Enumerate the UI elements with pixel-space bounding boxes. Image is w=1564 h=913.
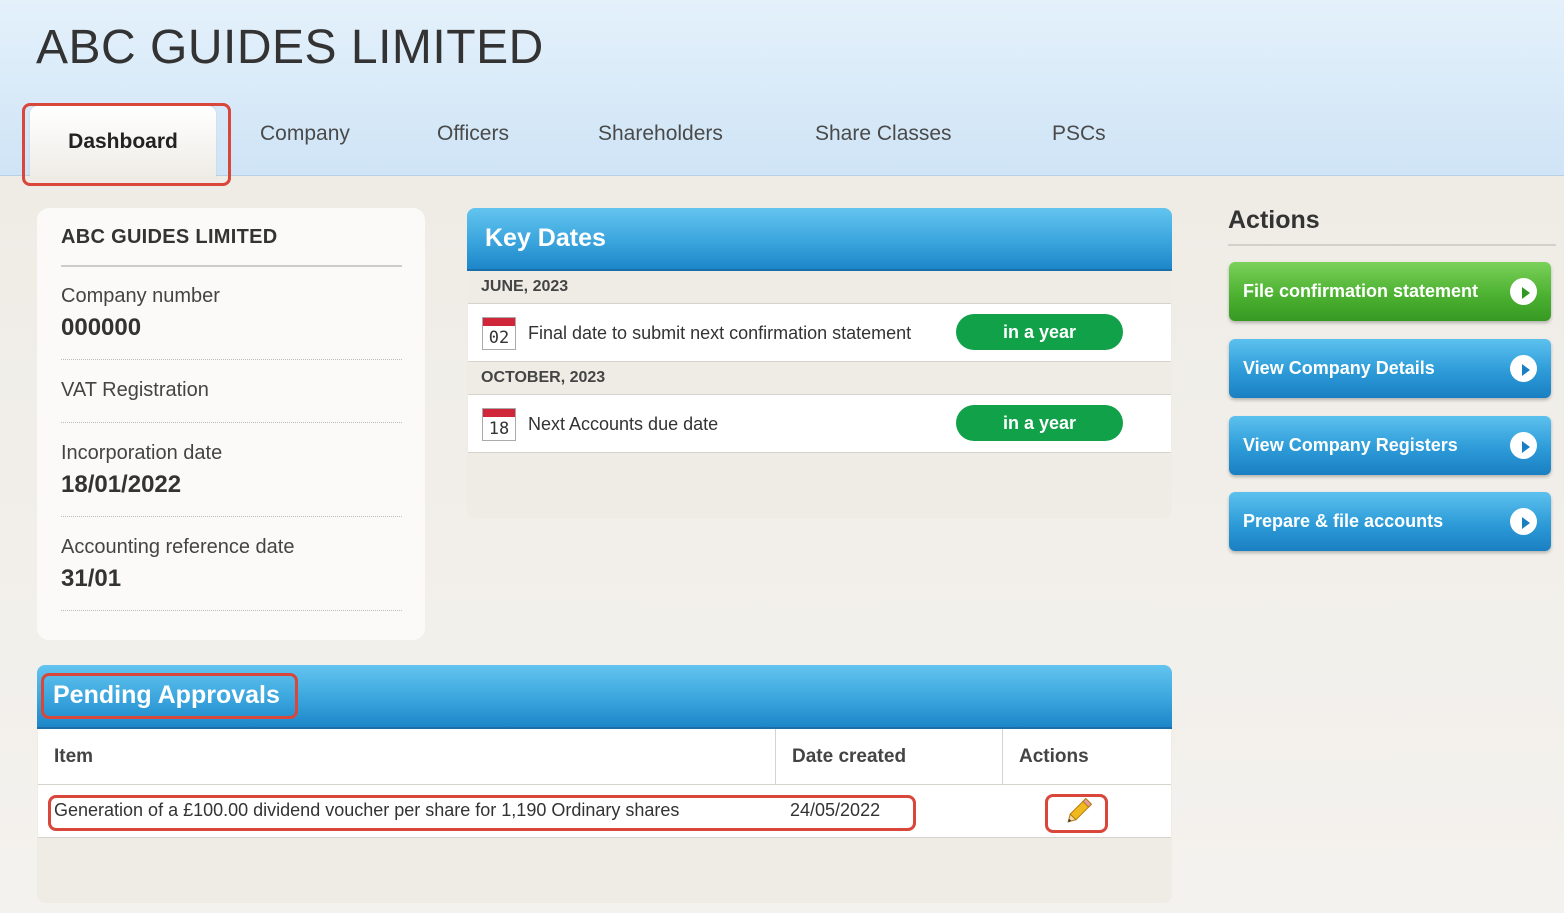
arrow-right-icon <box>1510 278 1537 305</box>
divider <box>61 516 402 517</box>
arrow-right-icon <box>1510 508 1537 535</box>
field-label: Incorporation date <box>61 442 223 464</box>
field-value: 000000 <box>61 314 142 341</box>
key-dates-title: Key Dates <box>467 208 1172 271</box>
status-badge: in a year <box>956 314 1123 350</box>
pencil-icon[interactable] <box>1061 795 1095 829</box>
column-header-date-created: Date created <box>775 729 1002 785</box>
column-header-item: Item <box>54 746 94 767</box>
file-confirmation-statement-button[interactable]: File confirmation statement <box>1229 262 1551 321</box>
key-date-text: Next Accounts due date <box>528 414 719 434</box>
approval-item-text: Generation of a £100.00 dividend voucher… <box>54 800 680 820</box>
calendar-icon: 18 <box>482 408 516 441</box>
prepare-file-accounts-button[interactable]: Prepare & file accounts <box>1229 492 1551 551</box>
field-label: Accounting reference date <box>61 536 295 558</box>
approval-date-created: 24/05/2022 <box>790 800 881 820</box>
button-label: Prepare & file accounts <box>1243 511 1444 531</box>
field-value: 18/01/2022 <box>61 471 182 498</box>
calendar-icon: 02 <box>482 317 516 350</box>
divider <box>61 265 402 267</box>
divider <box>61 359 402 360</box>
main-tabs: Dashboard Company Officers Shareholders … <box>0 100 1564 178</box>
tab-dashboard[interactable]: Dashboard <box>30 106 216 178</box>
status-badge: in a year <box>956 405 1123 441</box>
tab-company[interactable]: Company <box>260 122 350 146</box>
company-summary-card: ABC GUIDES LIMITED Company number 000000… <box>37 208 425 640</box>
arrow-right-icon <box>1510 355 1537 382</box>
tab-share-classes[interactable]: Share Classes <box>815 122 952 146</box>
tab-officers[interactable]: Officers <box>437 122 509 146</box>
table-header: Item Date created Actions <box>38 729 1171 785</box>
view-company-details-button[interactable]: View Company Details <box>1229 339 1551 398</box>
arrow-right-icon <box>1510 432 1537 459</box>
calendar-day: 18 <box>488 419 510 439</box>
company-number-field: Company number 000000 <box>61 285 402 342</box>
key-dates-panel: Key Dates JUNE, 2023 02 Final date to su… <box>467 208 1172 518</box>
calendar-day: 02 <box>488 328 510 348</box>
tab-pscs[interactable]: PSCs <box>1052 122 1106 146</box>
actions-title: Actions <box>1228 206 1320 234</box>
month-header: OCTOBER, 2023 <box>468 362 1171 395</box>
divider <box>61 610 402 611</box>
month-header: JUNE, 2023 <box>468 271 1171 304</box>
field-label: VAT Registration <box>61 379 209 401</box>
divider <box>61 422 402 423</box>
pending-approvals-title: Pending Approvals <box>37 665 1172 729</box>
card-title: ABC GUIDES LIMITED <box>61 226 278 248</box>
button-label: File confirmation statement <box>1243 281 1479 301</box>
pending-approvals-table: Item Date created Actions Generation of … <box>38 729 1171 838</box>
key-date-row: 02 Final date to submit next confirmatio… <box>468 304 1171 362</box>
view-company-registers-button[interactable]: View Company Registers <box>1229 416 1551 475</box>
incorporation-date-field: Incorporation date 18/01/2022 <box>61 442 402 499</box>
accounting-reference-date-field: Accounting reference date 31/01 <box>61 536 402 593</box>
pending-approvals-panel: Pending Approvals Item Date created Acti… <box>37 665 1172 903</box>
button-label: View Company Registers <box>1243 435 1458 455</box>
table-row: Generation of a £100.00 dividend voucher… <box>38 785 1171 838</box>
tab-shareholders[interactable]: Shareholders <box>598 122 723 146</box>
column-header-actions: Actions <box>1002 729 1171 785</box>
field-value: 31/01 <box>61 565 122 592</box>
key-date-row: 18 Next Accounts due date in a year <box>468 395 1171 453</box>
button-label: View Company Details <box>1243 358 1435 378</box>
company-title: ABC GUIDES LIMITED <box>36 21 544 74</box>
field-label: Company number <box>61 285 220 307</box>
key-date-text: Final date to submit next confirmation s… <box>528 323 912 343</box>
vat-registration-field: VAT Registration <box>61 379 402 402</box>
divider <box>1228 244 1556 246</box>
